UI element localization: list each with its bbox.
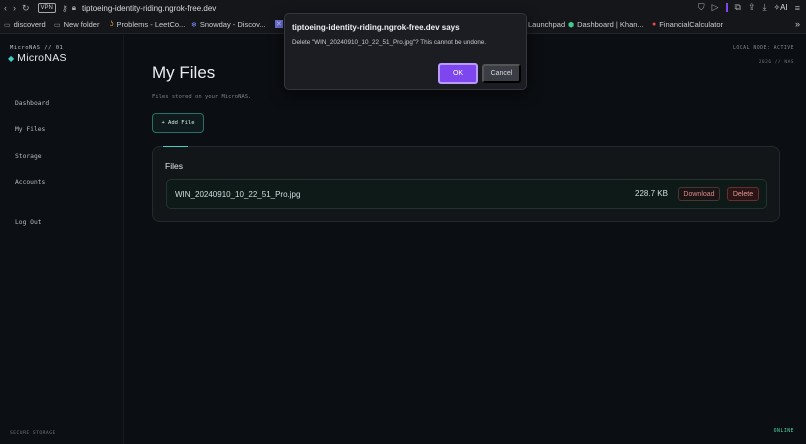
confirm-dialog: tiptoeing-identity-riding.ngrok-free.dev… (284, 13, 527, 90)
bookmark-label: Dashboard | Khan... (577, 20, 644, 29)
divider (725, 3, 728, 12)
sidebar-footer: SECURE STORAGE (10, 431, 56, 436)
node-sub-status: 2026 // NAS (758, 60, 794, 65)
bookmark-label: Launchpad (528, 20, 566, 29)
sidebar-item-storage[interactable]: Storage (15, 153, 42, 160)
ai-label: AI (780, 3, 788, 12)
bookmark-launchpad[interactable]: Launchpad (528, 20, 565, 29)
panel-accent-line (163, 146, 188, 147)
brand-subtitle: MicroNAS // 01 (10, 45, 64, 51)
sidebar: MicroNAS // 01 ◆ MicroNAS Dashboard My F… (0, 35, 124, 444)
sidebar-item-dashboard[interactable]: Dashboard (15, 100, 49, 107)
leetcode-icon: ʖ (110, 21, 114, 28)
browser-nav: ‹ › ↻ (4, 3, 30, 14)
bookmark-folder-new[interactable]: ▭ New folder (54, 20, 99, 29)
chevron-right-icon[interactable]: » (795, 19, 800, 29)
ok-button[interactable]: OK (438, 63, 478, 84)
bookmark-financial[interactable]: ● FinancialCalculator (652, 20, 723, 29)
sidebar-item-accounts[interactable]: Accounts (15, 179, 45, 186)
vpn-badge[interactable]: VPN (37, 3, 56, 13)
sidebar-item-logout[interactable]: Log Out (15, 219, 42, 226)
calculator-icon: ● (652, 21, 657, 28)
shield-icon[interactable]: ⛉ (698, 2, 705, 13)
bookmark-label: FinancialCalculator (659, 20, 724, 29)
download-button[interactable]: Download (678, 187, 720, 201)
share-icon[interactable]: ⇪ (748, 2, 756, 13)
node-status: LOCAL NODE: ACTIVE (733, 46, 794, 51)
bookmark-folder-discoverd[interactable]: ▭ discoverd (4, 20, 46, 29)
extensions-icon[interactable]: ⧉ (735, 2, 741, 13)
cancel-button[interactable]: Cancel (482, 64, 521, 83)
files-panel: Files WIN_20240910_10_22_51_Pro.jpg 228.… (152, 146, 780, 222)
panel-title: Files (165, 161, 183, 171)
browser-actions: ⛉ ▷ ⧉ ⇪ ⤓ ✧AI ≡ (698, 2, 800, 13)
page-subtitle: Files stored on your MicroNAS. (152, 94, 252, 100)
bookmark-snowday[interactable]: ❄ Snowday - Discov... (191, 20, 266, 29)
file-size: 228.7 KB (635, 189, 668, 198)
key-icon[interactable]: ⚷ (62, 4, 68, 13)
brand[interactable]: ◆ MicroNAS (8, 52, 67, 64)
khan-icon: ⬢ (568, 21, 575, 29)
bookmark-hidden[interactable]: ✕ (275, 20, 283, 28)
sidebar-item-my-files[interactable]: My Files (15, 126, 45, 133)
bookmark-label: New folder (63, 20, 100, 29)
reload-icon[interactable]: ↻ (22, 3, 30, 14)
download-icon[interactable]: ⤓ (762, 2, 766, 13)
table-row: WIN_20240910_10_22_51_Pro.jpg 228.7 KB D… (166, 179, 767, 209)
app-icon: ✕ (275, 20, 283, 28)
snowflake-icon: ❄ (191, 21, 197, 29)
online-status: ONLINE (773, 429, 794, 434)
folder-icon: ▭ (54, 21, 61, 29)
file-name: WIN_20240910_10_22_51_Pro.jpg (175, 190, 301, 199)
lock-icon[interactable]: 🔒︎ (72, 3, 76, 13)
page-title: My Files (152, 63, 216, 82)
menu-icon[interactable]: ≡ (795, 3, 800, 13)
bookmark-khan[interactable]: ⬢ Dashboard | Khan... (568, 20, 644, 29)
bookmark-label: discoverd (13, 20, 46, 29)
delete-button[interactable]: Delete (727, 187, 759, 201)
brand-name: MicroNAS (17, 52, 67, 64)
play-icon[interactable]: ▷ (712, 2, 719, 13)
diamond-icon: ◆ (8, 53, 15, 63)
address-bar[interactable]: tiptoeing-identity-riding.ngrok-free.dev (82, 4, 216, 13)
forward-icon[interactable]: › (13, 3, 16, 13)
bookmark-label: Snowday - Discov... (199, 20, 266, 29)
dialog-message: Delete "WIN_20240910_10_22_51_Pro.jpg"? … (292, 39, 487, 46)
folder-icon: ▭ (4, 21, 11, 29)
back-icon[interactable]: ‹ (4, 3, 7, 13)
dialog-title: tiptoeing-identity-riding.ngrok-free.dev… (292, 23, 460, 32)
add-file-button[interactable]: + Add File (152, 113, 204, 133)
ai-button[interactable]: ✧AI (773, 3, 787, 12)
bookmark-label: Problems - LeetCo... (116, 20, 186, 29)
bookmark-leetcode[interactable]: ʖ Problems - LeetCo... (110, 20, 185, 29)
